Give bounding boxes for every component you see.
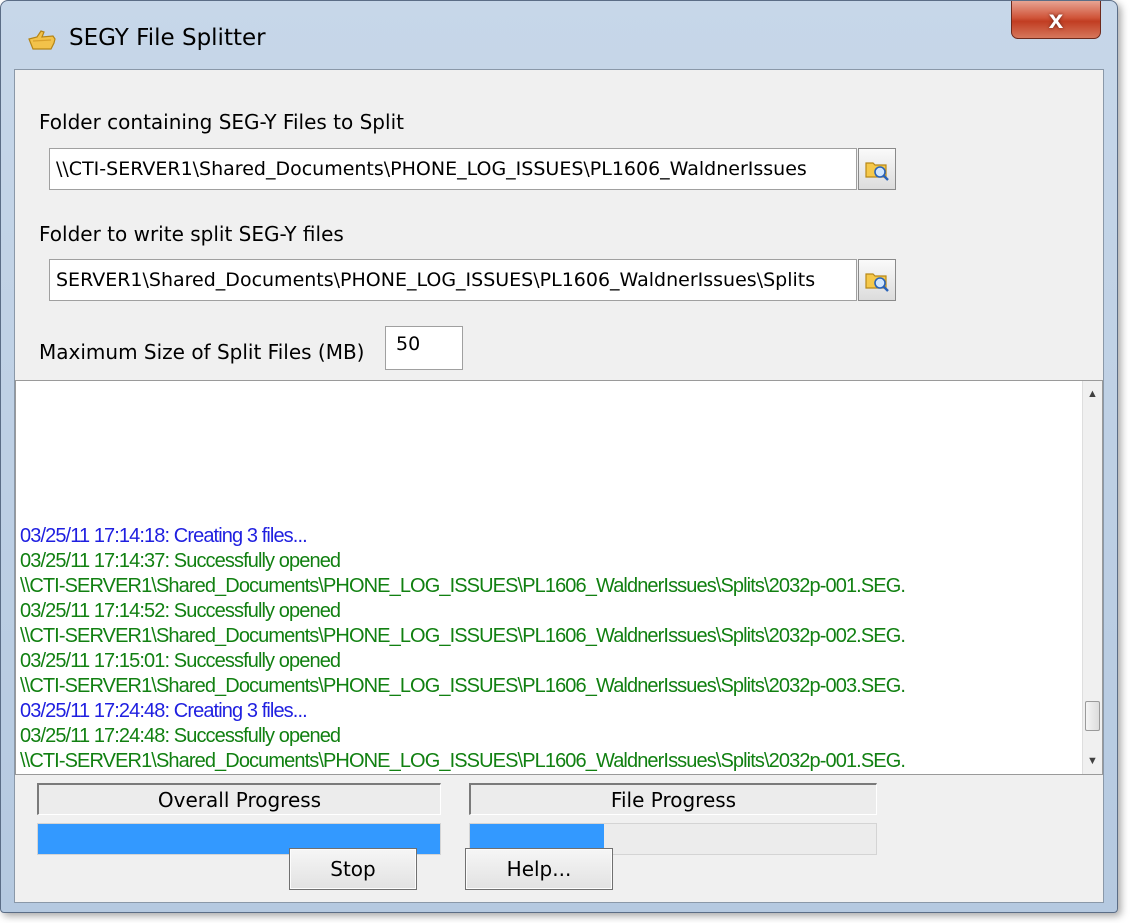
window-title: SEGY File Splitter	[69, 25, 266, 51]
help-button[interactable]: Help...	[465, 848, 613, 890]
log-scrollbar[interactable]: ▲ ▼	[1082, 381, 1102, 774]
scroll-up-arrow-icon[interactable]: ▲	[1083, 383, 1102, 405]
folder-search-icon	[865, 162, 889, 181]
log-line: 03/25/11 17:14:18: Creating 3 files...	[20, 525, 308, 547]
log-line: 03/25/11 17:14:37: Successfully opened	[20, 550, 341, 572]
log-line: \\CTI-SERVER1\Shared_Documents\PHONE_LOG…	[20, 625, 906, 647]
log-lines: 03/25/11 17:14:18: Creating 3 files... 03…	[20, 524, 1082, 774]
dialog-client-area: Folder containing SEG-Y Files to Split \…	[14, 69, 1104, 903]
source-folder-input[interactable]: \\CTI-SERVER1\Shared_Documents\PHONE_LOG…	[49, 148, 857, 190]
scroll-down-arrow-icon[interactable]: ▼	[1083, 750, 1102, 772]
folder-search-icon	[865, 273, 889, 292]
log-line: 03/25/11 17:14:52: Successfully opened	[20, 600, 341, 622]
log-line: \\CTI-SERVER1\Shared_Documents\PHONE_LOG…	[20, 575, 906, 597]
source-folder-label: Folder containing SEG-Y Files to Split	[39, 110, 404, 134]
log-line: 03/25/11 17:24:48: Successfully opened	[20, 725, 341, 747]
output-folder-input[interactable]: SERVER1\Shared_Documents\PHONE_LOG_ISSUE…	[49, 259, 857, 301]
scrollbar-thumb[interactable]	[1085, 701, 1100, 732]
log-line: \\CTI-SERVER1\Shared_Documents\PHONE_LOG…	[20, 675, 906, 697]
max-size-label: Maximum Size of Split Files (MB)	[39, 340, 365, 364]
log-line: 03/25/11 17:24:48: Creating 3 files...	[20, 700, 308, 722]
max-size-input[interactable]: 50	[385, 326, 463, 370]
close-button[interactable]: x	[1011, 1, 1101, 39]
title-bar[interactable]: SEGY File Splitter x	[1, 1, 1117, 69]
app-window: SEGY File Splitter x Folder containing S…	[0, 0, 1118, 913]
output-folder-label: Folder to write split SEG-Y files	[39, 222, 344, 246]
log-line: 03/25/11 17:15:01: Successfully opened	[20, 650, 341, 672]
log-output[interactable]: 03/25/11 17:14:18: Creating 3 files... 03…	[15, 380, 1103, 775]
browse-output-button[interactable]	[858, 259, 896, 301]
file-progress-label: File Progress	[469, 783, 877, 815]
browse-source-button[interactable]	[858, 148, 896, 190]
log-line: \\CTI-SERVER1\Shared_Documents\PHONE_LOG…	[20, 750, 906, 772]
overall-progress-label: Overall Progress	[37, 783, 441, 815]
folder-hand-icon	[28, 30, 56, 50]
stop-button[interactable]: Stop	[289, 848, 417, 890]
